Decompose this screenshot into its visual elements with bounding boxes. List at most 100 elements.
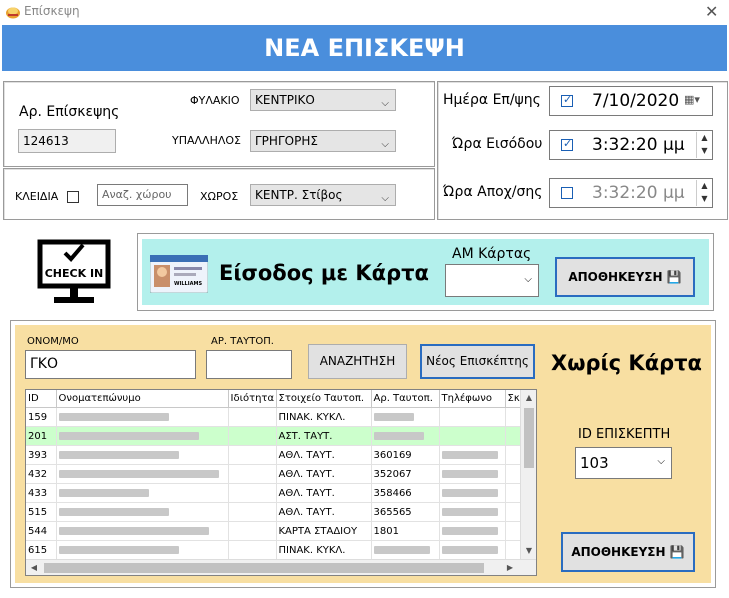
scroll-down-icon[interactable]: ▼ [521,543,536,559]
table-row[interactable]: 544 ΚΑΡΤΑ ΣΤΑΔΙΟΥ 1801 [26,521,522,541]
card-panel-title: Είσοδος με Κάρτα [219,261,429,285]
title-bar [0,0,729,24]
keys-label: ΚΛΕΙΔΙΑ [15,190,59,203]
cell-id: 515 [26,502,57,522]
name-input[interactable]: ΓΚΟ [25,350,196,379]
column-header[interactable]: Σκ [505,390,522,408]
cell-num [371,540,440,560]
cell-extra [505,540,522,560]
card-am-label: ΑΜ Κάρτας [452,246,532,262]
cell-extra [505,521,522,541]
redacted-text [58,545,179,554]
table-row[interactable]: 615 ΠΙΝΑΚ. ΚΥΚΛ. [26,540,522,560]
column-header[interactable]: Στοιχείο Ταυτοπ. [276,390,372,408]
cell-id: 432 [26,464,57,484]
close-button[interactable]: ✕ [705,2,718,21]
guardhouse-value: ΚΕΝΤΡΙΚΟ [255,93,315,107]
redacted-text [58,488,149,497]
cell-name [56,483,229,503]
entry-time-spinner[interactable]: ▲ ▼ [696,132,712,158]
visitor-id-combo[interactable]: 103 ⌵ [575,447,672,479]
vertical-scrollbar[interactable]: ▲ ▼ [520,390,536,559]
scroll-up-icon[interactable]: ▲ [521,390,536,406]
calendar-icon[interactable]: ▦▾ [684,93,700,106]
name-label: ΟΝΟΜ/ΜΟ [27,336,79,347]
spin-down-icon[interactable]: ▼ [697,193,712,206]
visit-id-field[interactable]: 124613 [18,129,116,153]
cell-doc: ΑΘΛ. ΤΑΥΤ. [276,464,372,484]
visitors-table: ID Ονοματεπώνυμο Ιδιότητα Στοιχείο Ταυτο… [26,390,522,560]
table-row-selected[interactable]: 201 ΑΣΤ. ΤΑΥΤ. [26,426,522,446]
guardhouse-combo[interactable]: ΚΕΝΤΡΙΚΟ ⌵ [250,89,396,111]
entry-time-label: Ώρα Εισόδου [452,136,543,152]
scroll-hthumb[interactable] [44,563,484,573]
chevron-down-icon: ⌵ [381,193,389,204]
column-header[interactable]: ID [26,390,57,408]
space-combo[interactable]: ΚΕΝΤΡ. Στίβος ⌵ [250,184,396,206]
entry-time-checkbox[interactable] [561,137,573,151]
table-row[interactable]: 159 ΠΙΝΑΚ. ΚΥΚΛ. [26,407,522,427]
id-card-number-input[interactable] [206,350,292,379]
employee-label: ΥΠΑΛΛΗΛΟΣ [172,134,241,147]
cell-name [56,502,229,522]
table-row[interactable]: 515 ΑΘΛ. ΤΑΥΤ. 365565 [26,502,522,522]
exit-time-picker[interactable]: 3:32:20 μμ ▲ ▼ [549,178,713,208]
visit-date-checkbox[interactable] [561,93,573,107]
chevron-down-icon: ⌵ [524,274,532,285]
cell-name [56,521,229,541]
cell-extra [505,407,522,427]
column-header[interactable]: Ονοματεπώνυμο [56,390,229,408]
cell-id: 615 [26,540,57,560]
id-card-name: WILLIAMS [174,281,202,287]
id-card-image: WILLIAMS [150,255,208,293]
cell-role [228,540,277,560]
space-search-input[interactable]: Αναζ. χώρου [97,184,188,206]
cell-role [228,464,277,484]
spin-down-icon[interactable]: ▼ [697,145,712,158]
cell-extra [505,445,522,465]
employee-combo[interactable]: ΓΡΗΓΟΡΗΣ ⌵ [250,130,396,152]
table-row[interactable]: 432 ΑΘΛ. ΤΑΥΤ. 352067 [26,464,522,484]
card-save-button[interactable]: ΑΠΟΘΗΚΕΥΣΗ 💾 [555,257,695,297]
visitor-id-value: 103 [580,454,609,472]
redacted-text [373,412,414,421]
cell-role [228,407,277,427]
column-header[interactable]: Ιδιότητα [228,390,277,408]
column-header[interactable]: Αρ. Ταυτοπ. [371,390,440,408]
column-header[interactable]: Τηλέφωνο [439,390,506,408]
spin-up-icon[interactable]: ▲ [697,180,712,193]
new-visitor-button[interactable]: Νέος Επισκέπτης [420,344,535,379]
search-button[interactable]: ΑΝΑΖΗΤΗΣΗ [308,344,407,379]
redacted-text [441,526,498,535]
page-title: ΝΕΑ ΕΠΙΣΚΕΨΗ [2,25,727,71]
card-am-combo[interactable]: ⌵ [445,264,539,297]
nocard-save-label: ΑΠΟΘΗΚΕΥΣΗ [571,545,666,559]
nocard-save-button[interactable]: ΑΠΟΘΗΚΕΥΣΗ 💾 [561,532,695,572]
employee-value: ΓΡΗΓΟΡΗΣ [255,134,318,148]
cell-num: 360169 [371,445,440,465]
entry-time-picker[interactable]: 3:32:20 μμ ▲ ▼ [549,130,713,160]
scroll-thumb[interactable] [524,408,534,468]
keys-checkbox[interactable] [67,191,79,203]
check-in-text: CHECK IN [45,267,104,280]
exit-time-checkbox[interactable] [561,187,573,199]
scroll-left-icon[interactable]: ◀ [26,560,42,575]
redacted-text [373,431,424,440]
scroll-right-icon[interactable]: ▶ [502,560,518,575]
redacted-text [58,450,179,459]
table-row[interactable]: 393 ΑΘΛ. ΤΑΥΤ. 360169 [26,445,522,465]
exit-time-spinner[interactable]: ▲ ▼ [696,180,712,206]
redacted-text [441,450,498,459]
cell-phone [439,521,506,541]
horizontal-scrollbar[interactable]: ◀ ▶ [26,559,536,575]
cell-doc: ΑΘΛ. ΤΑΥΤ. [276,445,372,465]
cell-role [228,502,277,522]
cell-name [56,464,229,484]
cell-phone [439,445,506,465]
visit-date-picker[interactable]: 7/10/2020 ▦▾ [549,86,713,116]
exit-time-label: Ώρα Αποχ/σης [443,184,543,200]
visitors-grid[interactable]: ID Ονοματεπώνυμο Ιδιότητα Στοιχείο Ταυτο… [25,389,537,576]
spin-up-icon[interactable]: ▲ [697,132,712,145]
table-row[interactable]: 433 ΑΘΛ. ΤΑΥΤ. 358466 [26,483,522,503]
redacted-text [441,507,498,516]
